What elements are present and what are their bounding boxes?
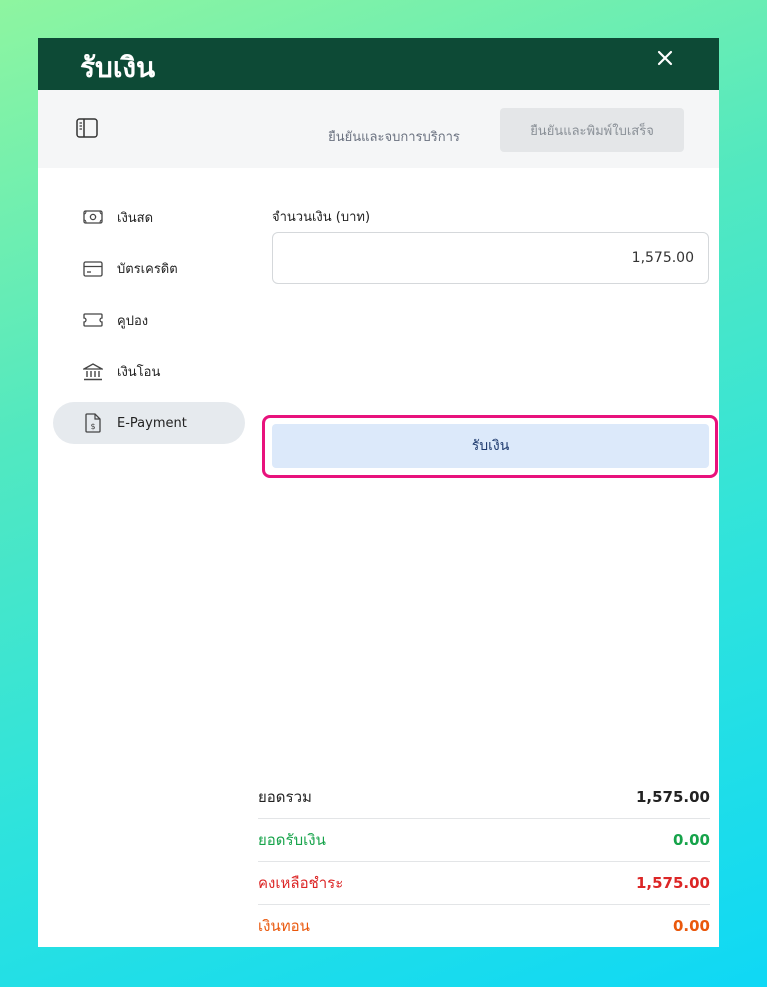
summary-value: 1,575.00 — [635, 788, 710, 806]
confirm-print-receipt-button[interactable]: ยืนยันและพิมพ์ใบเสร็จ — [500, 108, 684, 152]
receive-payment-dialog: รับเงิน ยืนยันและจบการบริการ ยืนยันและพิ… — [38, 38, 719, 947]
summary-label: เงินทอน — [258, 917, 310, 935]
payment-method-sidebar: เงินสด บัตรเครดิต คูปอง เงินโอน $ E-Paym… — [53, 196, 245, 454]
sidebar-item-label: E-Payment — [117, 415, 187, 431]
summary-label: คงเหลือชำระ — [258, 874, 344, 892]
sidebar-item-credit-card[interactable]: บัตรเครดิต — [53, 248, 245, 290]
sidebar-item-cash[interactable]: เงินสด — [53, 196, 245, 238]
summary-label: ยอดรับเงิน — [258, 831, 326, 849]
sidebar-toggle-icon[interactable] — [76, 118, 98, 138]
credit-card-icon — [83, 259, 103, 279]
dialog-header: รับเงิน — [38, 38, 719, 90]
summary-label: ยอดรวม — [258, 788, 312, 806]
summary-row-change: เงินทอน 0.00 — [258, 905, 710, 947]
summary-value: 1,575.00 — [635, 874, 710, 892]
svg-text:$: $ — [90, 422, 95, 431]
e-payment-icon: $ — [83, 413, 103, 433]
dialog-title: รับเงิน — [80, 51, 156, 84]
sidebar-item-coupon[interactable]: คูปอง — [53, 299, 245, 341]
summary-row-total: ยอดรวม 1,575.00 — [258, 776, 710, 819]
amount-input[interactable] — [272, 232, 709, 284]
amount-label: จำนวนเงิน (บาท) — [272, 210, 371, 225]
highlight-box — [262, 415, 718, 478]
summary-value: 0.00 — [672, 917, 710, 935]
sidebar-item-label: เงินโอน — [117, 365, 161, 380]
confirm-end-service-button[interactable]: ยืนยันและจบการบริการ — [294, 120, 494, 152]
summary-row-received: ยอดรับเงิน 0.00 — [258, 819, 710, 862]
sidebar-item-e-payment[interactable]: $ E-Payment — [53, 402, 245, 444]
cash-icon — [83, 207, 103, 227]
close-icon[interactable] — [655, 48, 675, 68]
coupon-icon — [83, 310, 103, 330]
summary-row-remaining: คงเหลือชำระ 1,575.00 — [258, 862, 710, 905]
sidebar-item-label: บัตรเครดิต — [117, 262, 178, 277]
sidebar-item-bank-transfer[interactable]: เงินโอน — [53, 351, 245, 393]
sidebar-item-label: เงินสด — [117, 210, 154, 226]
summary-value: 0.00 — [672, 831, 710, 849]
sidebar-item-label: คูปอง — [117, 313, 149, 329]
bank-icon — [83, 362, 103, 382]
payment-summary: ยอดรวม 1,575.00 ยอดรับเงิน 0.00 คงเหลือช… — [258, 776, 710, 947]
